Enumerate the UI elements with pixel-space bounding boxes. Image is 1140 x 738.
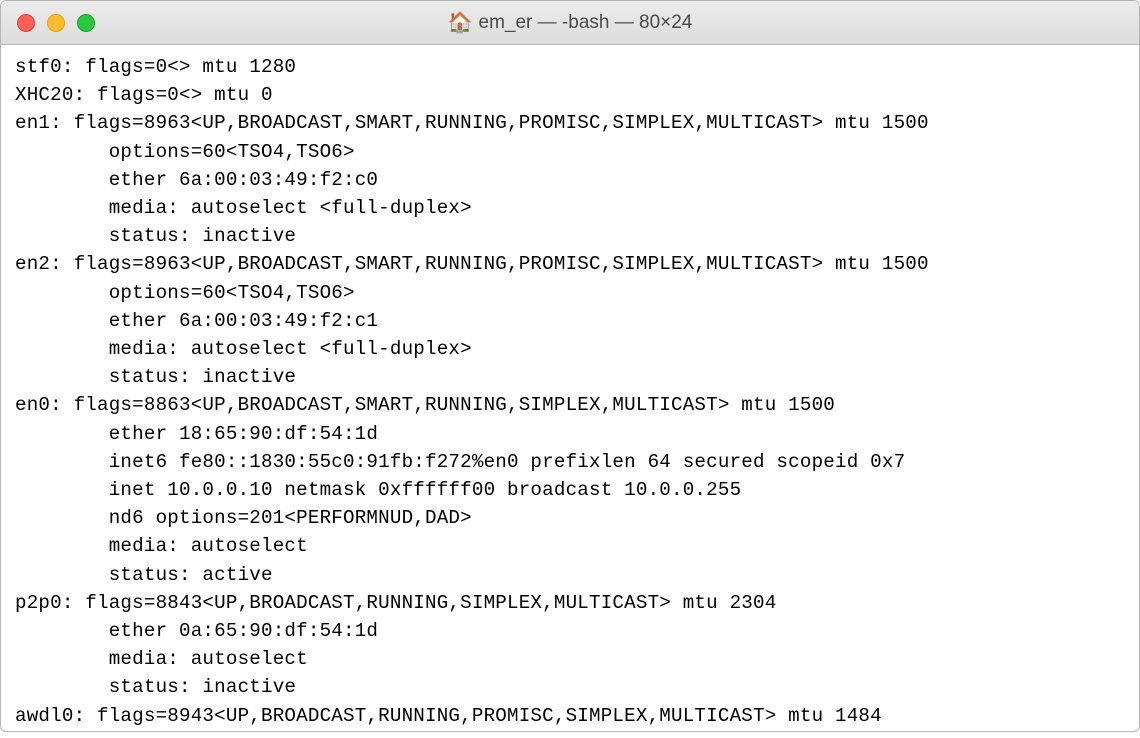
minimize-button[interactable] — [47, 14, 65, 32]
window-title: em_er — -bash — 80×24 — [479, 13, 693, 32]
traffic-lights — [1, 14, 95, 32]
window-title-wrapper: 🏠 em_er — -bash — 80×24 — [1, 13, 1139, 33]
zoom-button[interactable] — [77, 14, 95, 32]
home-icon: 🏠 — [448, 13, 473, 33]
window-titlebar: 🏠 em_er — -bash — 80×24 — [1, 1, 1139, 45]
terminal-output[interactable]: stf0: flags=0<> mtu 1280 XHC20: flags=0<… — [1, 45, 1139, 738]
close-button[interactable] — [17, 14, 35, 32]
